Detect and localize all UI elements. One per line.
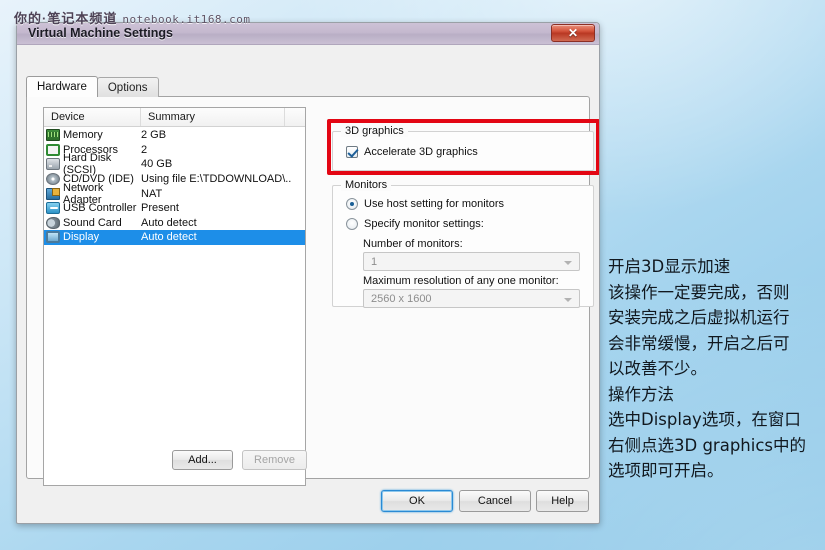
max-resolution-select[interactable]: 2560 x 1600 [363, 289, 580, 308]
close-icon: ✕ [567, 26, 579, 40]
annotation-line-5: 以改善不少。 [608, 359, 707, 378]
help-button[interactable]: Help [536, 490, 589, 512]
device-summary-cell: 40 GB [141, 158, 173, 171]
column-header-device: Device [44, 108, 141, 126]
device-summary-cell: Using file E:\TDDOWNLOAD\.. [141, 173, 292, 186]
ok-button-label: OK [409, 495, 425, 507]
cd-dvd-icon [46, 173, 60, 186]
annotation-line-7: 选中Display选项，在窗口 [608, 410, 801, 429]
device-summary-cell: Present [141, 202, 179, 215]
network-adapter-icon [46, 187, 60, 200]
annotation-line-3: 安装完成之后虚拟机运行 [608, 308, 790, 327]
device-summary-cell: NAT [141, 187, 163, 200]
specify-monitor-settings-label: Specify monitor settings: [364, 218, 484, 230]
chevron-down-icon [564, 298, 572, 302]
remove-device-button: Remove [242, 450, 307, 470]
device-summary-cell: Auto detect [141, 216, 197, 229]
memory-icon [46, 129, 60, 142]
display-icon [46, 231, 60, 244]
annotation-line-9: 选项即可开启。 [608, 461, 724, 480]
tab-options[interactable]: Options [96, 77, 159, 97]
device-summary-cell: Auto detect [141, 231, 197, 244]
use-host-setting-radio-row[interactable]: Use host setting for monitors [346, 198, 504, 210]
dialog-title: Virtual Machine Settings [28, 26, 173, 40]
column-header-extra [285, 108, 305, 126]
watermark-url-text: notebook.it168.com [122, 13, 251, 26]
radio-unselected-icon[interactable] [346, 218, 358, 230]
device-label: Sound Card [63, 216, 122, 229]
watermark-cn-text: 你的·笔记本频道 [14, 11, 118, 26]
tab-strip: Hardware Options [26, 76, 159, 97]
column-header-summary: Summary [141, 108, 285, 126]
cancel-button-label: Cancel [477, 495, 513, 507]
max-resolution-value: 2560 x 1600 [371, 292, 432, 305]
table-row[interactable]: USB Controller Present [44, 201, 305, 216]
three-d-graphics-legend: 3D graphics [341, 125, 408, 137]
annotation-text: 开启3D显示加速 该操作一定要完成，否则 安装完成之后虚拟机运行 会非常缓慢，开… [608, 254, 823, 484]
three-d-graphics-group: 3D graphics Accelerate 3D graphics [332, 125, 594, 171]
device-name-cell: Memory [46, 129, 141, 142]
accelerate-3d-graphics-label: Accelerate 3D graphics [364, 146, 478, 158]
use-host-setting-label: Use host setting for monitors [364, 198, 505, 210]
tab-hardware[interactable]: Hardware [26, 76, 98, 97]
tab-hardware-label: Hardware [37, 81, 87, 93]
cancel-button[interactable]: Cancel [459, 490, 531, 512]
annotation-line-8: 右侧点选3D graphics中的 [608, 435, 806, 455]
device-summary-cell: 2 [141, 143, 148, 156]
tab-options-label: Options [107, 81, 148, 94]
add-device-label: Add... [188, 454, 217, 466]
monitors-legend: Monitors [341, 179, 392, 191]
virtual-machine-settings-dialog: Virtual Machine Settings ✕ Hardware Opti… [16, 22, 600, 524]
ok-button[interactable]: OK [381, 490, 453, 512]
specify-monitor-settings-radio-row[interactable]: Specify monitor settings: [346, 218, 484, 230]
checkbox-icon[interactable] [346, 146, 358, 158]
processor-icon [46, 143, 60, 156]
monitors-group: Monitors Use host setting for monitors S… [332, 179, 594, 308]
table-row[interactable]: Memory 2 GB [44, 128, 305, 143]
add-device-button[interactable]: Add... [172, 450, 233, 470]
hard-disk-icon [46, 158, 60, 171]
number-of-monitors-value: 1 [371, 255, 378, 268]
sound-card-icon [46, 216, 60, 229]
max-resolution-label: Maximum resolution of any one monitor: [363, 275, 559, 287]
accelerate-3d-graphics-row[interactable]: Accelerate 3D graphics [346, 146, 478, 158]
annotation-line-2: 该操作一定要完成，否则 [608, 282, 790, 302]
site-watermark: 你的·笔记本频道 notebook.it168.com [14, 8, 251, 27]
dialog-body: Hardware Options Device Summary Memory 2… [17, 45, 599, 523]
close-button[interactable]: ✕ [551, 24, 595, 42]
device-label: Display [63, 231, 100, 244]
device-list-header: Device Summary [44, 108, 305, 127]
usb-controller-icon [46, 202, 60, 215]
device-name-cell: Display [46, 231, 141, 244]
device-list[interactable]: Device Summary Memory 2 GB Processors 2 … [43, 107, 306, 486]
help-button-label: Help [551, 495, 574, 507]
number-of-monitors-select[interactable]: 1 [363, 252, 580, 271]
device-label: Memory [63, 129, 103, 142]
device-label: USB Controller [63, 202, 137, 215]
number-of-monitors-label: Number of monitors: [363, 238, 463, 250]
annotation-line-6: 操作方法 [608, 384, 674, 404]
device-list-rows: Memory 2 GB Processors 2 Hard Disk (SCSI… [44, 127, 305, 245]
table-row[interactable]: Sound Card Auto detect [44, 216, 305, 231]
device-name-cell: Sound Card [46, 216, 141, 229]
table-row-display-selected[interactable]: Display Auto detect [44, 230, 305, 245]
device-name-cell: USB Controller [46, 202, 141, 215]
dialog-footer: OK Cancel Help [17, 479, 599, 523]
radio-selected-icon[interactable] [346, 198, 358, 210]
annotation-line-4: 会非常缓慢，开启之后可 [608, 333, 790, 353]
remove-device-label: Remove [254, 454, 295, 466]
annotation-line-1: 开启3D显示加速 [608, 257, 731, 276]
table-row[interactable]: Hard Disk (SCSI) 40 GB [44, 152, 305, 176]
chevron-down-icon [564, 261, 572, 265]
table-row[interactable]: Network Adapter NAT [44, 182, 305, 206]
device-summary-cell: 2 GB [141, 129, 167, 142]
